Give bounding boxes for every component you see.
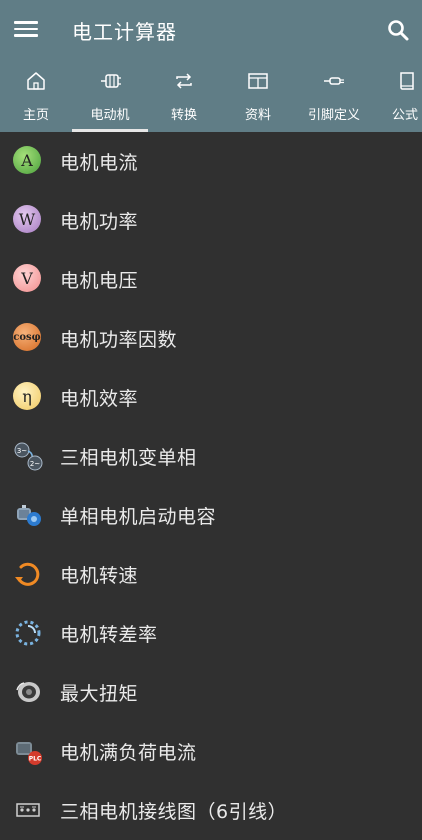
list-item-label: 电机电流 xyxy=(60,152,139,174)
convert-icon xyxy=(173,70,195,92)
list-item[interactable]: A 电机电流 xyxy=(0,132,422,191)
phase-convert-icon: 3~ 2~ xyxy=(13,441,43,471)
book-icon xyxy=(396,70,418,92)
list-item[interactable]: 电机转差率 xyxy=(0,604,422,663)
svg-text:3~: 3~ xyxy=(17,447,27,455)
list-item-label: 电机功率 xyxy=(60,211,139,233)
app-title: 电工计算器 xyxy=(72,20,177,44)
tab-formula-label: 公式 xyxy=(392,108,419,123)
efficiency-eta-icon: η xyxy=(13,382,43,412)
power-W-icon: W xyxy=(13,205,43,235)
list-item[interactable]: W 电机功率 xyxy=(0,191,422,250)
list-item-label: 电机电压 xyxy=(60,270,139,292)
cos-phi-icon: cosφ xyxy=(13,323,43,353)
wiring-diagram-icon xyxy=(13,795,43,825)
list-item[interactable]: 单相电机启动电容 xyxy=(0,486,422,545)
search-icon[interactable] xyxy=(386,18,410,42)
list-item[interactable]: 三相电机接线图（6引线） xyxy=(0,781,422,840)
svg-text:PLC: PLC xyxy=(29,756,42,763)
list-item-label: 电机转差率 xyxy=(60,624,158,646)
tab-pinout[interactable]: 引脚定义 xyxy=(296,62,372,132)
connector-icon xyxy=(323,70,345,92)
home-icon xyxy=(25,70,47,92)
list-item[interactable]: 最大扭矩 xyxy=(0,663,422,722)
tab-data[interactable]: 资料 xyxy=(220,62,296,132)
list-item-label: 电机效率 xyxy=(60,388,139,410)
torque-icon xyxy=(13,677,43,707)
list-item-label: 三相电机接线图（6引线） xyxy=(60,801,288,823)
motor-icon xyxy=(99,70,121,92)
list-item-label: 单相电机启动电容 xyxy=(60,506,217,528)
tab-formula[interactable]: 公式 xyxy=(372,62,422,132)
list-item-label: 三相电机变单相 xyxy=(60,447,197,469)
list-item[interactable]: PLC 电机满负荷电流 xyxy=(0,722,422,781)
full-load-plc-icon: PLC xyxy=(13,736,43,766)
tab-convert-label: 转换 xyxy=(170,108,197,123)
list-item-label: 最大扭矩 xyxy=(60,683,139,705)
voltage-V-icon: V xyxy=(13,264,43,294)
app-bar: 电工计算器 主页 电动机 转换 资料 引脚定义 公式 xyxy=(0,0,422,132)
tab-motor[interactable]: 电动机 xyxy=(72,62,148,132)
top-bar: 电工计算器 xyxy=(0,0,422,58)
slip-rate-icon xyxy=(13,618,43,648)
list-item-label: 电机转速 xyxy=(60,565,139,587)
tab-bar: 主页 电动机 转换 资料 引脚定义 公式 xyxy=(0,62,422,132)
list-item-label: 电机功率因数 xyxy=(60,329,178,351)
current-A-icon: A xyxy=(13,146,43,176)
list-item[interactable]: 3~ 2~ 三相电机变单相 xyxy=(0,427,422,486)
table-icon xyxy=(247,70,269,92)
tab-home-label: 主页 xyxy=(22,108,49,123)
list-item[interactable]: cosφ 电机功率因数 xyxy=(0,309,422,368)
svg-text:2~: 2~ xyxy=(30,460,40,468)
tab-home[interactable]: 主页 xyxy=(0,62,72,132)
capacitor-motor-icon xyxy=(13,500,43,530)
tab-convert[interactable]: 转换 xyxy=(148,62,220,132)
tab-motor-label: 电动机 xyxy=(90,108,130,123)
list-item[interactable]: η 电机效率 xyxy=(0,368,422,427)
list-item[interactable]: 电机转速 xyxy=(0,545,422,604)
tab-data-label: 资料 xyxy=(244,108,271,123)
list-item-label: 电机满负荷电流 xyxy=(60,742,197,764)
tab-pinout-label: 引脚定义 xyxy=(307,108,360,123)
rotation-speed-icon xyxy=(13,559,43,589)
menu-icon[interactable] xyxy=(14,18,38,40)
list-item[interactable]: V 电机电压 xyxy=(0,250,422,309)
